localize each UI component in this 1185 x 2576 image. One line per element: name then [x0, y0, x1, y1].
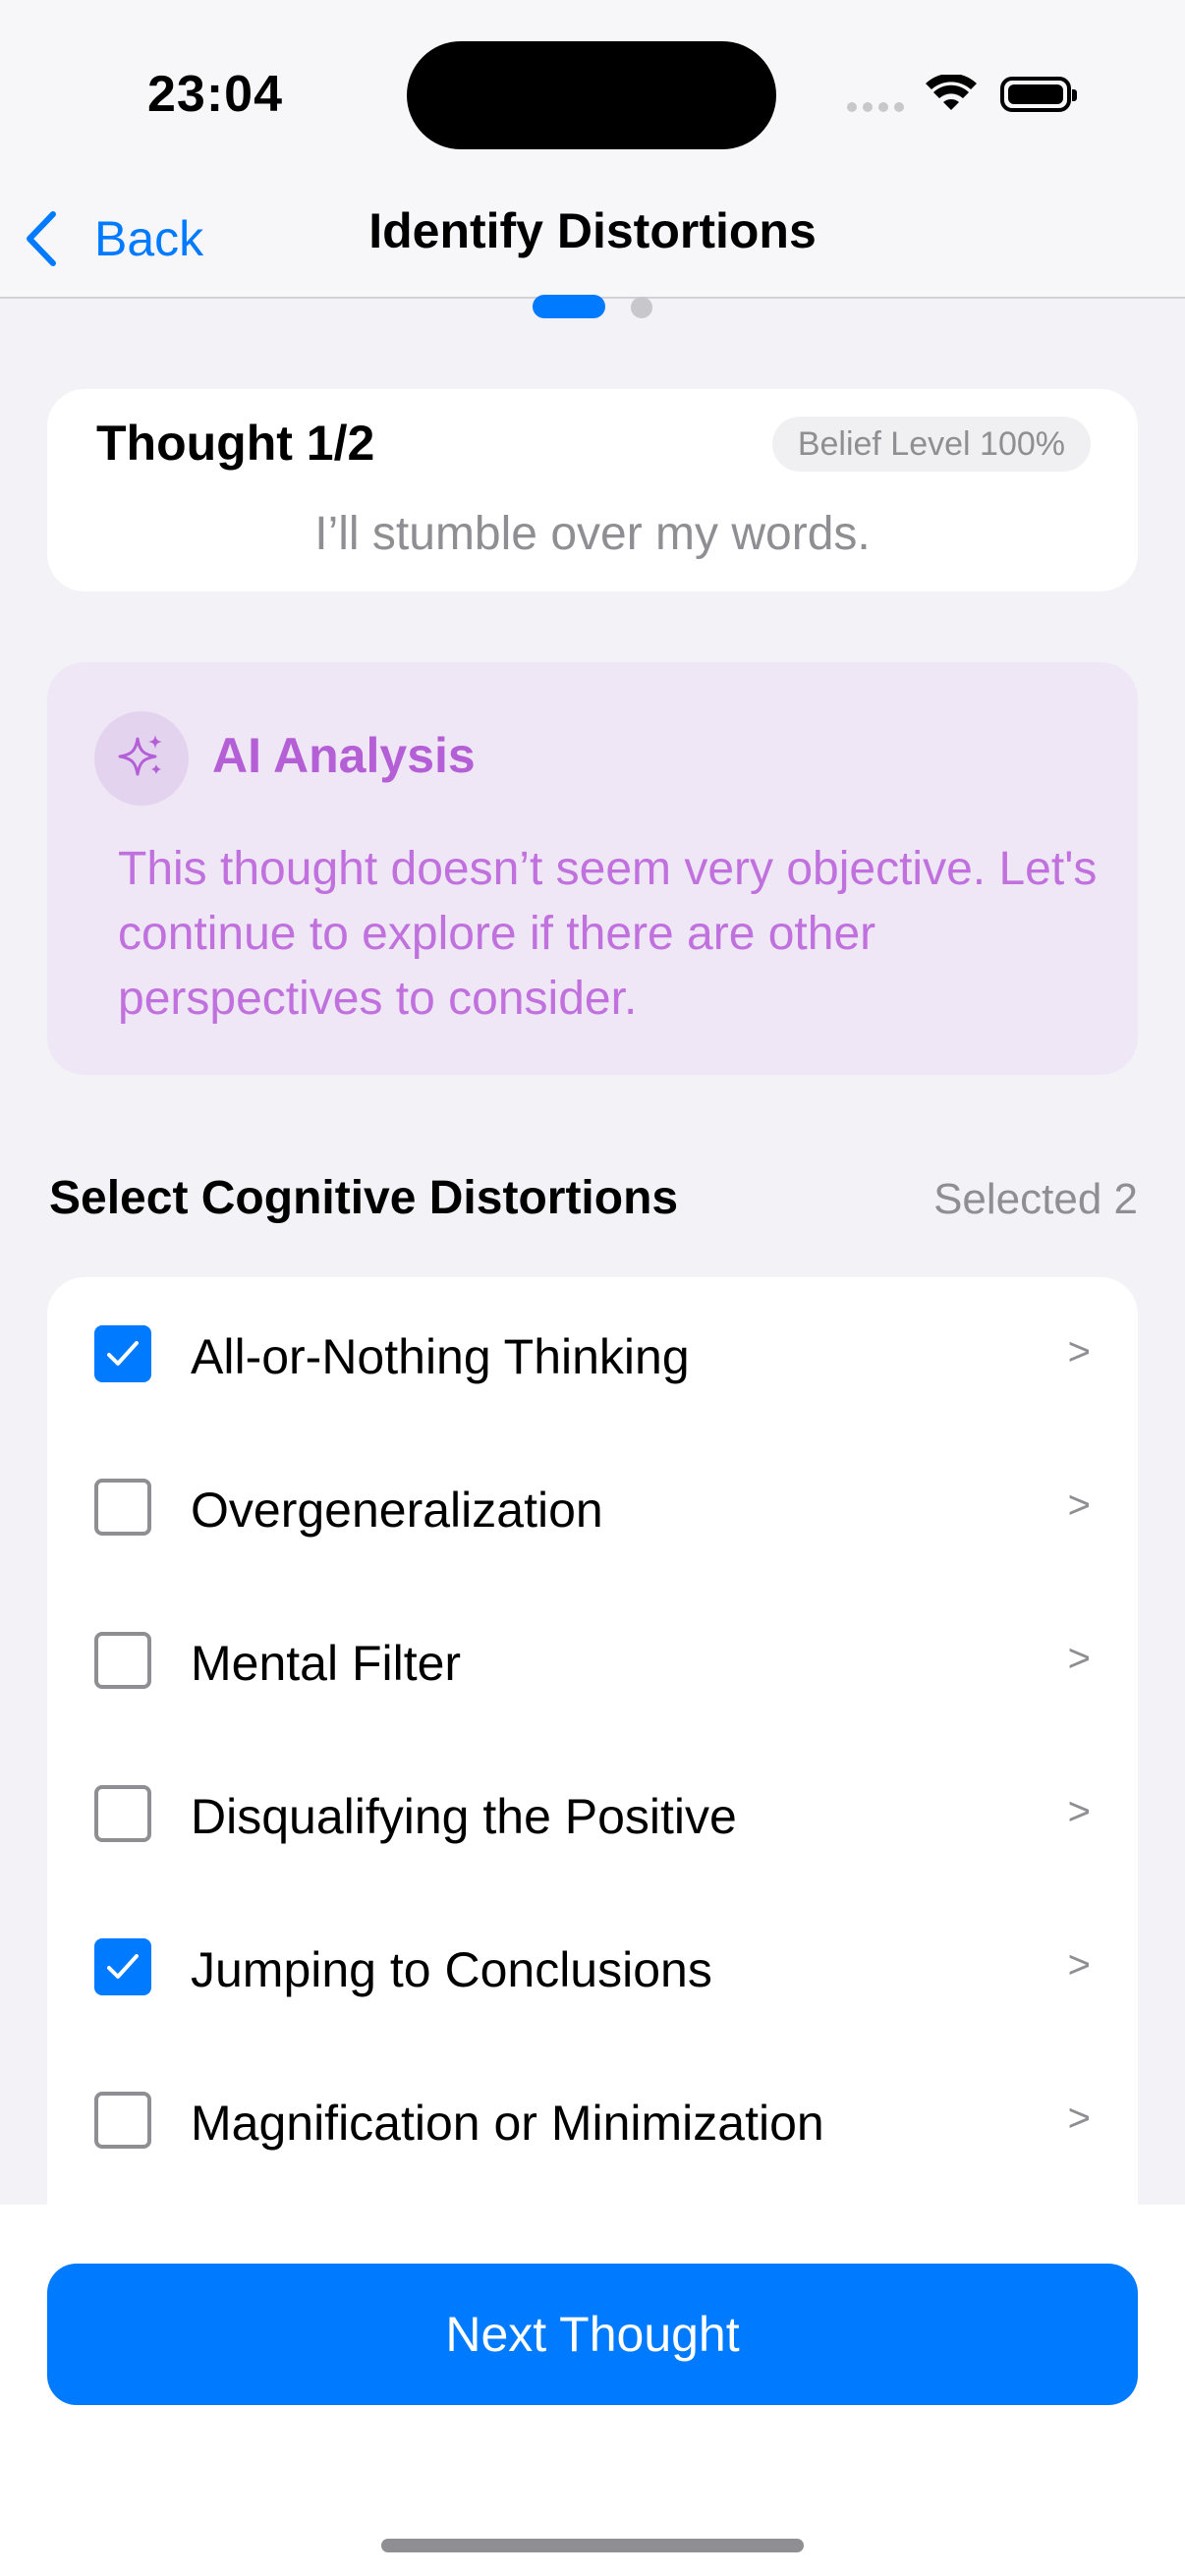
battery-icon — [1000, 77, 1077, 112]
page-title: Identify Distortions — [368, 203, 817, 258]
page-indicator-inactive[interactable] — [631, 297, 652, 318]
list-item[interactable]: All-or-Nothing Thinking > — [47, 1277, 1138, 1430]
list-item[interactable]: Magnification or Minimization > — [47, 2044, 1138, 2197]
distortion-list: All-or-Nothing Thinking > Overgeneraliza… — [47, 1277, 1138, 2220]
chevron-right-icon[interactable]: > — [1068, 1330, 1091, 1374]
thought-title: Thought 1/2 — [96, 416, 375, 471]
status-time: 23:04 — [147, 66, 283, 123]
chevron-right-icon[interactable]: > — [1068, 1790, 1091, 1834]
section-title: Select Cognitive Distortions — [49, 1172, 679, 1224]
checkbox-unchecked[interactable] — [94, 1785, 151, 1842]
list-item-label: Mental Filter — [191, 1636, 462, 1691]
checkbox-checked[interactable] — [94, 1938, 151, 1995]
chevron-right-icon[interactable]: > — [1068, 1943, 1091, 1988]
ai-icon-container — [94, 711, 189, 806]
checkbox-unchecked[interactable] — [94, 1479, 151, 1536]
chevron-right-icon[interactable]: > — [1068, 1484, 1091, 1528]
chevron-right-icon[interactable]: > — [1068, 1637, 1091, 1681]
ai-analysis-text: This thought doesn’t seem very objective… — [118, 843, 1098, 1025]
checkmark-icon — [107, 1341, 139, 1366]
belief-level-badge: Belief Level 100% — [771, 417, 1091, 472]
list-item[interactable]: Overgeneralization > — [47, 1430, 1138, 1584]
cellular-signal-icon — [847, 102, 906, 116]
thought-card: Thought 1/2 Belief Level 100% I’ll stumb… — [47, 389, 1138, 591]
ai-analysis-card: AI Analysis This thought doesn’t seem ve… — [47, 662, 1138, 1075]
wifi-icon — [926, 75, 977, 110]
list-item[interactable]: Jumping to Conclusions > — [47, 1890, 1138, 2044]
navigation-bar: Back Identify Distortions — [0, 187, 1185, 299]
selected-count: Selected 2 — [933, 1175, 1138, 1223]
ai-analysis-title: AI Analysis — [212, 728, 476, 783]
list-item-label: Magnification or Minimization — [191, 2096, 824, 2151]
page-indicator-active — [533, 295, 605, 318]
list-item-label: All-or-Nothing Thinking — [191, 1329, 690, 1384]
page-indicator — [533, 295, 654, 320]
dynamic-island — [407, 41, 776, 149]
next-thought-button[interactable]: Next Thought — [47, 2264, 1138, 2405]
chevron-right-icon[interactable]: > — [1068, 2097, 1091, 2141]
checkmark-icon — [107, 1954, 139, 1979]
checkbox-unchecked[interactable] — [94, 2092, 151, 2149]
status-bar: 23:04 — [0, 0, 1185, 187]
home-indicator[interactable] — [381, 2539, 804, 2552]
list-item-label: Disqualifying the Positive — [191, 1789, 737, 1844]
checkbox-checked[interactable] — [94, 1325, 151, 1382]
battery-level — [1008, 84, 1063, 104]
thought-text: I’ll stumble over my words. — [314, 508, 871, 560]
list-item-label: Jumping to Conclusions — [191, 1942, 712, 1997]
list-item[interactable]: Mental Filter > — [47, 1584, 1138, 1737]
list-item-label: Overgeneralization — [191, 1483, 603, 1538]
checkbox-unchecked[interactable] — [94, 1632, 151, 1689]
list-item[interactable]: Disqualifying the Positive > — [47, 1737, 1138, 1890]
sparkles-icon — [118, 735, 162, 776]
